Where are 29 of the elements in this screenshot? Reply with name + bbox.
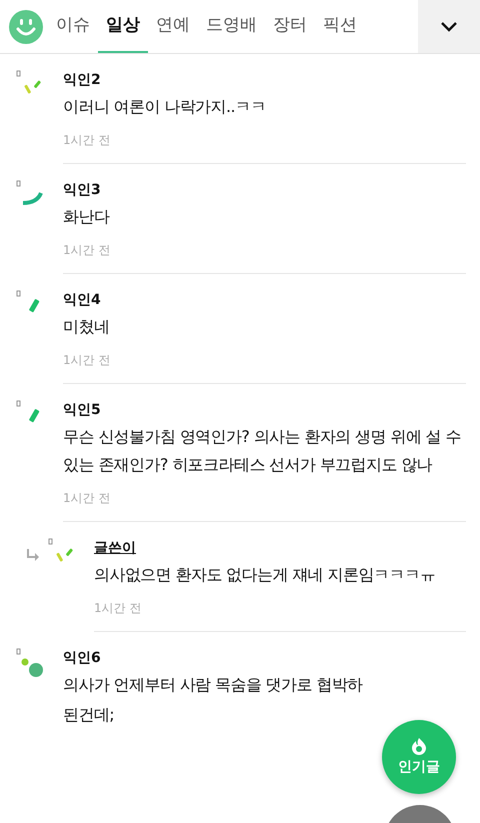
timestamp: 1시간 전 (63, 132, 112, 149)
timestamp: 1시간 전 (63, 490, 112, 507)
logo-icon[interactable] (8, 8, 44, 44)
comment-text: 화난다 (63, 206, 110, 228)
flame-icon (411, 736, 427, 754)
timestamp: 1시간 전 (94, 600, 142, 617)
category-tab[interactable]: 이슈 (48, 0, 98, 53)
category-tab[interactable]: 일상 (98, 0, 148, 53)
author-name: 익인3 (63, 181, 102, 200)
timestamp: 1시간 전 (63, 352, 112, 369)
comment-text: 의사가 언제부터 사람 목숨을 댓가로 협박하 (63, 674, 363, 696)
category-tab[interactable]: 장터 (265, 0, 315, 53)
avatar-drawing (16, 648, 46, 678)
comment-text: 이러니 여론이 나락가지..ㅋㅋ (63, 96, 266, 118)
author-name: 익인4 (63, 291, 102, 310)
category-tab[interactable]: 연예 (148, 0, 198, 53)
author-name: 익인6 (63, 649, 102, 668)
author-name: 익인2 (63, 71, 102, 90)
author-name[interactable]: 글쓴이 (94, 538, 466, 559)
comment-text: 의사없으면 환자도 없다는게 쟤네 지론임ㅋㅋㅋㅠ (94, 564, 436, 586)
comment-text: 미쳤네 (63, 316, 110, 338)
comment-text: 된건데; (63, 704, 114, 726)
comment-text: 무슨 신성불가침 영역인가? 의사는 환자의 생명 위에 설 수 있는 존재인가? 히포크라테스 선서가 부끄럽지도 않나 (63, 426, 462, 476)
timestamp: 1시간 전 (63, 242, 112, 259)
category-tab[interactable]: 픽션 (315, 0, 365, 53)
reply-arrow-icon (26, 548, 40, 562)
chevron-down-icon (440, 20, 458, 32)
author-name: 익인5 (63, 401, 102, 420)
category-tab[interactable]: 드영배 (198, 0, 265, 53)
